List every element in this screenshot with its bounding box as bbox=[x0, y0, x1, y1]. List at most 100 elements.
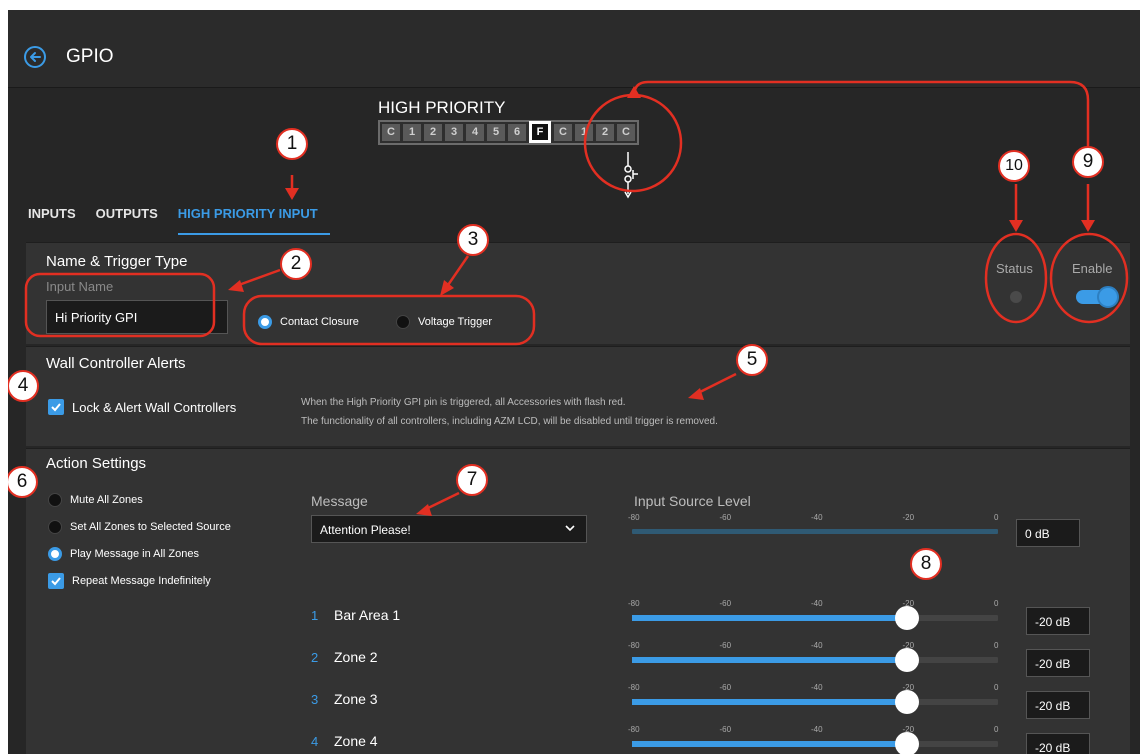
scale-tick-label: -80 bbox=[628, 513, 640, 522]
pin-5[interactable]: 5 bbox=[487, 124, 505, 141]
pin-7[interactable]: F bbox=[529, 121, 551, 143]
scale-tick-label: -40 bbox=[811, 599, 823, 608]
scale-tick-label: -20 bbox=[902, 513, 915, 522]
message-select[interactable]: Attention Please! bbox=[311, 515, 587, 543]
source-level-label: Input Source Level bbox=[634, 493, 751, 509]
action-settings-panel: Action Settings Mute All Zones Set All Z… bbox=[26, 448, 1130, 754]
pin-10[interactable]: 2 bbox=[596, 124, 614, 141]
zone-level-slider[interactable] bbox=[632, 690, 998, 714]
message-value: Attention Please! bbox=[320, 523, 411, 537]
enable-toggle[interactable] bbox=[1076, 286, 1119, 308]
set-source-label: Set All Zones to Selected Source bbox=[70, 521, 231, 533]
slider-thumb[interactable] bbox=[894, 732, 919, 754]
slider-thumb[interactable] bbox=[894, 648, 919, 672]
scale-tick-label: -80 bbox=[628, 599, 640, 608]
callout-8: 8 bbox=[910, 548, 942, 580]
mute-all-radio[interactable]: Mute All Zones bbox=[48, 493, 143, 507]
zone-name: Bar Area 1 bbox=[334, 607, 401, 623]
callout-7: 7 bbox=[456, 464, 488, 496]
scale-tick-label: -40 bbox=[811, 641, 823, 650]
zone-level-value[interactable]: -20 dB bbox=[1026, 691, 1090, 719]
zone-level-value[interactable]: -20 dB bbox=[1026, 649, 1090, 677]
radio-unselected-icon bbox=[48, 520, 62, 534]
zone-name: Zone 4 bbox=[334, 733, 378, 749]
zone-name: Zone 2 bbox=[334, 649, 378, 665]
pin-9[interactable]: 1 bbox=[575, 124, 593, 141]
alert-info-line-2: The functionality of all controllers, in… bbox=[301, 416, 718, 427]
callout-4: 4 bbox=[8, 370, 39, 402]
zone-level-slider[interactable] bbox=[632, 732, 998, 754]
scale-tick-label: -60 bbox=[719, 683, 732, 692]
gpio-window: GPIO HIGH PRIORITY C123456FC12C INPUTS O… bbox=[8, 10, 1140, 754]
tab-outputs[interactable]: OUTPUTS bbox=[96, 206, 158, 235]
pin-11[interactable]: C bbox=[617, 124, 635, 141]
slider-thumb[interactable] bbox=[894, 606, 919, 630]
source-level-value[interactable]: 0 dB bbox=[1016, 519, 1080, 547]
checkmark-icon bbox=[48, 573, 64, 589]
pin-strip: C123456FC12C bbox=[378, 120, 639, 145]
wall-alerts-panel: Wall Controller Alerts Lock & Alert Wall… bbox=[26, 346, 1130, 446]
scale-tick-label: 0 bbox=[994, 513, 999, 522]
scale-tick-label: -60 bbox=[719, 641, 732, 650]
zone-number: 4 bbox=[311, 734, 319, 749]
input-name-label: Input Name bbox=[46, 279, 114, 294]
scale-tick-label: 0 bbox=[994, 599, 999, 608]
alert-info-line-1: When the High Priority GPI pin is trigge… bbox=[301, 397, 626, 408]
back-arrow-icon[interactable] bbox=[24, 46, 46, 68]
high-priority-label: HIGH PRIORITY bbox=[378, 98, 506, 117]
radio-selected-icon bbox=[258, 315, 272, 329]
tab-high-priority-input[interactable]: HIGH PRIORITY INPUT bbox=[177, 206, 330, 235]
pin-4[interactable]: 4 bbox=[466, 124, 484, 141]
tab-inputs[interactable]: INPUTS bbox=[28, 206, 76, 235]
status-indicator bbox=[1010, 291, 1022, 303]
zone-level-slider[interactable] bbox=[632, 648, 998, 672]
repeat-message-label: Repeat Message Indefinitely bbox=[72, 575, 211, 587]
pin-1[interactable]: 1 bbox=[403, 124, 421, 141]
zone-number: 3 bbox=[311, 692, 319, 707]
zone-level-value[interactable]: -20 dB bbox=[1026, 733, 1090, 754]
voltage-trigger-label: Voltage Trigger bbox=[418, 316, 492, 328]
lock-alert-label: Lock & Alert Wall Controllers bbox=[72, 399, 237, 415]
pin-6[interactable]: 6 bbox=[508, 124, 526, 141]
tab-bar: INPUTS OUTPUTS HIGH PRIORITY INPUT bbox=[28, 206, 330, 235]
pin-0[interactable]: C bbox=[382, 124, 400, 141]
zone-number: 1 bbox=[311, 608, 319, 623]
alert-info-text: When the High Priority GPI pin is trigge… bbox=[301, 393, 718, 431]
level-fill bbox=[632, 741, 907, 747]
scale-tick-label: 0 bbox=[994, 683, 999, 692]
callout-9: 9 bbox=[1072, 146, 1104, 178]
slider-thumb[interactable] bbox=[894, 690, 919, 714]
scale-tick-label: -60 bbox=[719, 599, 732, 608]
wall-alerts-title: Wall Controller Alerts bbox=[46, 355, 186, 372]
voltage-trigger-radio[interactable]: Voltage Trigger bbox=[396, 315, 492, 329]
message-label: Message bbox=[311, 493, 368, 509]
scale-tick-label: 0 bbox=[994, 725, 999, 734]
callout-1: 1 bbox=[276, 128, 308, 160]
play-message-label: Play Message in All Zones bbox=[70, 548, 200, 560]
level-fill bbox=[632, 699, 907, 705]
lock-alert-checkbox[interactable]: Lock & Alert Wall Controllers bbox=[48, 399, 236, 415]
mute-all-label: Mute All Zones bbox=[70, 494, 143, 506]
set-source-radio[interactable]: Set All Zones to Selected Source bbox=[48, 520, 231, 534]
zone-level-slider[interactable] bbox=[632, 606, 998, 630]
title-bar: GPIO bbox=[8, 10, 1140, 88]
scale-tick-label: -80 bbox=[628, 641, 640, 650]
status-label: Status bbox=[996, 261, 1033, 276]
enable-label: Enable bbox=[1072, 261, 1113, 276]
chevron-down-icon bbox=[565, 525, 575, 532]
scale-tick-label: -60 bbox=[719, 513, 732, 522]
input-name-field[interactable]: Hi Priority GPI bbox=[46, 300, 228, 334]
radio-selected-icon bbox=[48, 547, 62, 561]
action-settings-title: Action Settings bbox=[46, 455, 147, 472]
radio-unselected-icon bbox=[396, 315, 410, 329]
zone-level-value[interactable]: -20 dB bbox=[1026, 607, 1090, 635]
play-message-radio[interactable]: Play Message in All Zones bbox=[48, 547, 199, 561]
pin-2[interactable]: 2 bbox=[424, 124, 442, 141]
contact-closure-radio[interactable]: Contact Closure bbox=[258, 315, 359, 329]
repeat-message-checkbox[interactable]: Repeat Message Indefinitely bbox=[48, 573, 211, 589]
pin-8[interactable]: C bbox=[554, 124, 572, 141]
callout-5: 5 bbox=[736, 344, 768, 376]
pin-3[interactable]: 3 bbox=[445, 124, 463, 141]
scale-tick-label: 0 bbox=[994, 641, 999, 650]
zone-number: 2 bbox=[311, 650, 319, 665]
